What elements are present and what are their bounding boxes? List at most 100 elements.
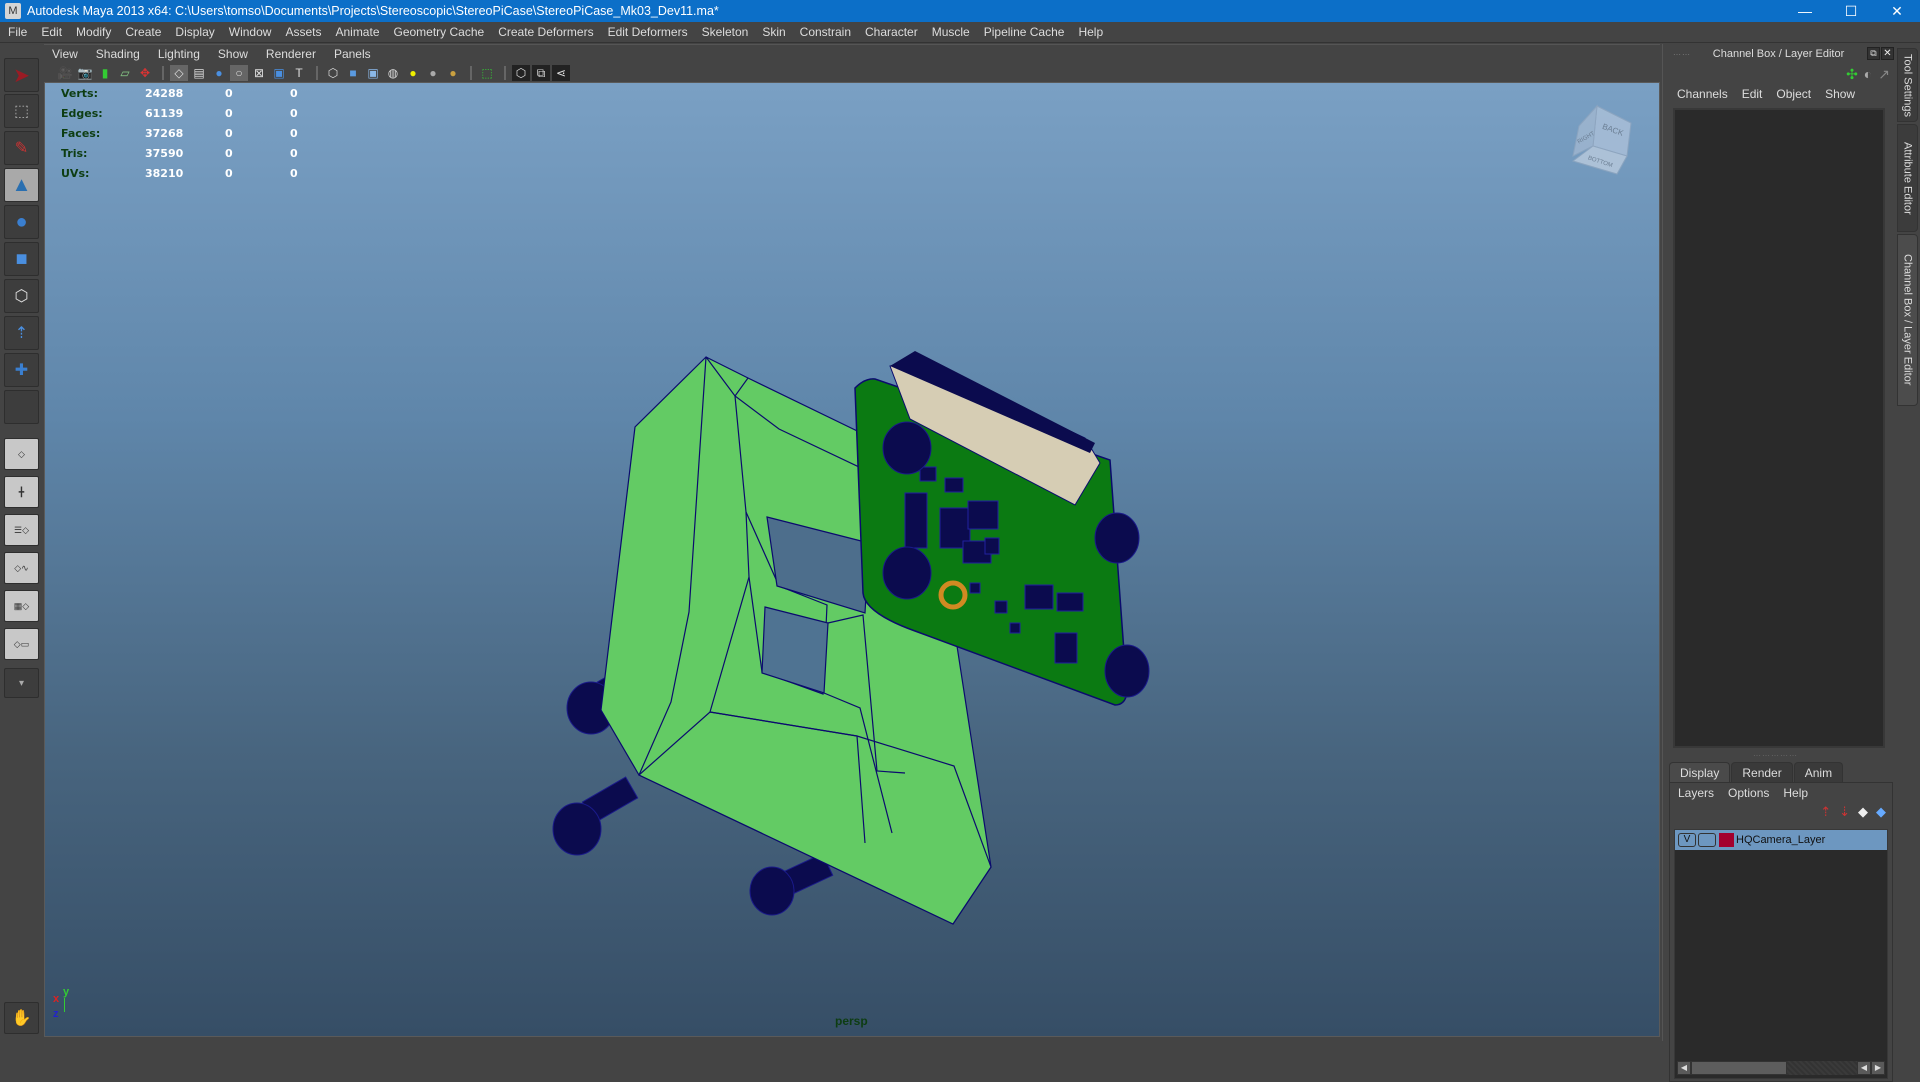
safe-action-icon[interactable]: ▣ — [270, 65, 288, 81]
isolate-select-icon[interactable]: ⬚ — [478, 65, 496, 81]
perspective-viewport[interactable]: Verts: 24288 0 0 Edges: 61139 0 0 Faces:… — [44, 82, 1660, 1037]
menu-display[interactable]: Display — [175, 25, 214, 39]
speed-icon[interactable]: ◐ — [1864, 66, 1872, 82]
menu-help[interactable]: Help — [1078, 25, 1103, 39]
xray-active-icon[interactable]: ⧉ — [532, 65, 550, 81]
menu-geometry-cache[interactable]: Geometry Cache — [394, 25, 485, 39]
menu-constrain[interactable]: Constrain — [800, 25, 851, 39]
safe-title-icon[interactable]: T — [290, 65, 308, 81]
tab-attribute-editor[interactable]: Attribute Editor — [1897, 124, 1918, 232]
channel-box-content[interactable] — [1673, 108, 1885, 748]
2d-pan-zoom-icon[interactable]: ✥ — [136, 65, 154, 81]
cb-menu-edit[interactable]: Edit — [1742, 87, 1763, 101]
layer-horizontal-scrollbar[interactable]: ◀ ◀ ▶ — [1677, 1060, 1885, 1076]
tab-anim[interactable]: Anim — [1793, 762, 1844, 782]
resolution-gate-icon[interactable]: ● — [210, 65, 228, 81]
panel-menu-shading[interactable]: Shading — [96, 47, 140, 61]
scale-tool[interactable]: ■ — [4, 242, 39, 276]
layer-name[interactable]: HQCamera_Layer — [1736, 834, 1825, 846]
drag-grip[interactable]: ⋯⋯ — [1673, 50, 1691, 59]
manipulator-axes-icon[interactable]: ✣ — [1846, 66, 1858, 83]
minimize-button[interactable]: — — [1782, 0, 1828, 22]
move-layer-down-icon[interactable]: ⇣ — [1839, 804, 1850, 820]
layer-playback-toggle[interactable] — [1698, 833, 1716, 847]
field-chart-icon[interactable]: ⊠ — [250, 65, 268, 81]
hotbox-button[interactable]: ✋ — [4, 1002, 39, 1034]
menu-skin[interactable]: Skin — [762, 25, 785, 39]
scroll-next-icon[interactable]: ▶ — [1871, 1061, 1885, 1075]
persp-graph-layout[interactable]: ◇∿ — [4, 552, 39, 584]
layer-visibility-toggle[interactable]: V — [1678, 833, 1696, 847]
camera-attributes-icon[interactable]: 📷 — [76, 65, 94, 81]
panel-menu-panels[interactable]: Panels — [334, 47, 371, 61]
hyper-icon[interactable]: ↗ — [1878, 66, 1890, 83]
outliner-persp-layout[interactable]: ☰◇ — [4, 514, 39, 546]
menu-create[interactable]: Create — [125, 25, 161, 39]
menu-skeleton[interactable]: Skeleton — [702, 25, 749, 39]
last-used-tool[interactable] — [4, 390, 39, 424]
show-manipulator-tool[interactable]: ✚ — [4, 353, 39, 387]
paint-select-tool[interactable]: ✎ — [4, 131, 39, 165]
smooth-shade-icon[interactable]: ■ — [344, 65, 362, 81]
menu-character[interactable]: Character — [865, 25, 918, 39]
panel-menu-view[interactable]: View — [52, 47, 78, 61]
select-camera-icon[interactable]: 🎥 — [56, 65, 74, 81]
bookmark-icon[interactable]: ▮ — [96, 65, 114, 81]
float-panel-button[interactable]: ⧉ — [1867, 47, 1880, 60]
shadows-icon[interactable]: ● — [424, 65, 442, 81]
scroll-left-icon[interactable]: ◀ — [1677, 1061, 1691, 1075]
layer-color-swatch[interactable] — [1719, 833, 1734, 847]
menu-animate[interactable]: Animate — [335, 25, 379, 39]
wireframe-icon[interactable]: ⬡ — [324, 65, 342, 81]
maximize-button[interactable]: ☐ — [1828, 0, 1874, 22]
cb-menu-channels[interactable]: Channels — [1677, 87, 1728, 101]
close-panel-button[interactable]: ✕ — [1881, 47, 1894, 60]
create-layer-from-selected-icon[interactable]: ◆ — [1876, 804, 1886, 820]
four-view-layout[interactable]: ╋ — [4, 476, 39, 508]
panel-splitter[interactable]: ⋯⋯⋯⋯⋯ — [1753, 751, 1798, 760]
layer-menu-help[interactable]: Help — [1783, 786, 1808, 800]
menu-edit-deformers[interactable]: Edit Deformers — [608, 25, 688, 39]
lasso-tool[interactable]: ⬚ — [4, 94, 39, 128]
tab-render[interactable]: Render — [1731, 762, 1793, 782]
create-empty-layer-icon[interactable]: ◆ — [1858, 804, 1868, 820]
close-button[interactable]: ✕ — [1874, 0, 1920, 22]
menu-muscle[interactable]: Muscle — [932, 25, 970, 39]
wireframe-on-shaded-icon[interactable]: ▣ — [364, 65, 382, 81]
scrollbar-track[interactable] — [1787, 1061, 1857, 1075]
layer-menu-layers[interactable]: Layers — [1678, 786, 1714, 800]
move-layer-up-icon[interactable]: ⇡ — [1820, 804, 1831, 820]
hypershade-persp-layout[interactable]: ▦◇ — [4, 590, 39, 622]
film-gate-icon[interactable]: ▤ — [190, 65, 208, 81]
panel-menu-lighting[interactable]: Lighting — [158, 47, 200, 61]
cb-menu-show[interactable]: Show — [1825, 87, 1855, 101]
grid-icon[interactable]: ◇ — [170, 65, 188, 81]
textured-icon[interactable]: ◍ — [384, 65, 402, 81]
menu-window[interactable]: Window — [229, 25, 272, 39]
cb-menu-object[interactable]: Object — [1776, 87, 1811, 101]
more-layouts-button[interactable]: ▾ — [4, 668, 39, 698]
select-tool[interactable]: ➤ — [4, 58, 39, 92]
layer-row[interactable]: V HQCamera_Layer — [1675, 830, 1887, 850]
move-tool[interactable]: ▲ — [4, 168, 39, 202]
scrollbar-thumb[interactable] — [1691, 1061, 1787, 1075]
menu-modify[interactable]: Modify — [76, 25, 111, 39]
soft-modification-tool[interactable]: ⇡ — [4, 316, 39, 350]
panel-menu-renderer[interactable]: Renderer — [266, 47, 316, 61]
use-all-lights-icon[interactable]: ● — [404, 65, 422, 81]
rotate-tool[interactable]: ● — [4, 205, 39, 239]
ambient-occlusion-icon[interactable]: ● — [444, 65, 462, 81]
menu-edit[interactable]: Edit — [41, 25, 62, 39]
menu-pipeline-cache[interactable]: Pipeline Cache — [984, 25, 1065, 39]
scroll-prev-icon[interactable]: ◀ — [1857, 1061, 1871, 1075]
single-perspective-layout[interactable]: ◇ — [4, 438, 39, 470]
xray-icon[interactable]: ⬡ — [512, 65, 530, 81]
menu-create-deformers[interactable]: Create Deformers — [498, 25, 593, 39]
menu-file[interactable]: File — [8, 25, 27, 39]
tab-tool-settings[interactable]: Tool Settings — [1897, 48, 1918, 122]
menu-assets[interactable]: Assets — [285, 25, 321, 39]
layer-menu-options[interactable]: Options — [1728, 786, 1769, 800]
tab-channel-box-layer-editor[interactable]: Channel Box / Layer Editor — [1897, 234, 1918, 406]
tab-display[interactable]: Display — [1669, 762, 1731, 782]
xray-joints-icon[interactable]: ⋖ — [552, 65, 570, 81]
